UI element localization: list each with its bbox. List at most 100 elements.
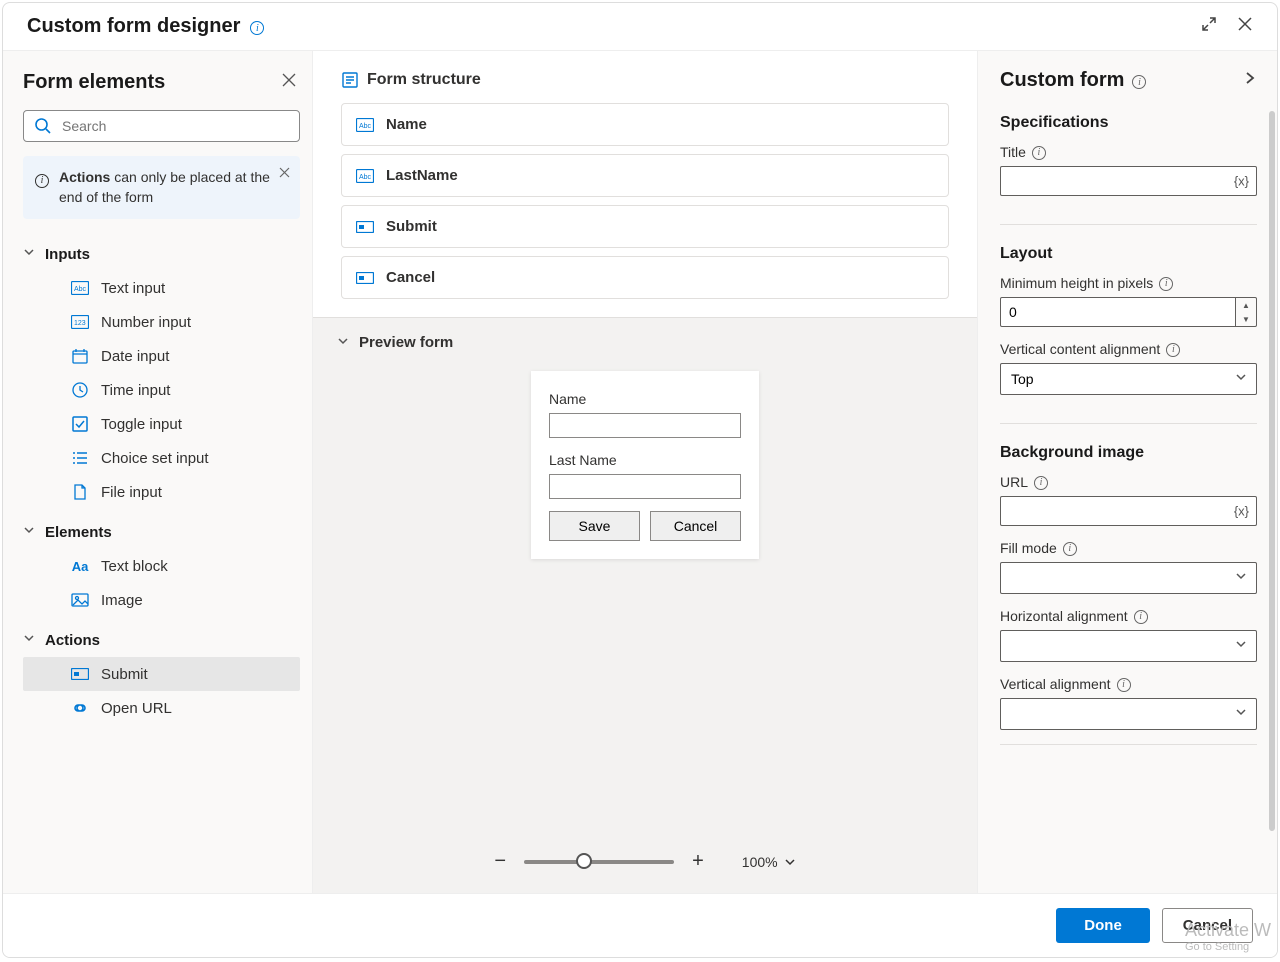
min-height-input[interactable] bbox=[1000, 297, 1236, 327]
svg-text:Abc: Abc bbox=[359, 123, 372, 130]
scrollbar[interactable] bbox=[1269, 111, 1275, 831]
zoom-slider[interactable] bbox=[524, 860, 674, 864]
info-icon[interactable]: i bbox=[1117, 676, 1131, 692]
struct-item-cancel[interactable]: Cancel bbox=[341, 256, 949, 299]
close-icon[interactable] bbox=[1237, 16, 1253, 37]
expression-button[interactable]: {x} bbox=[1234, 504, 1249, 519]
search-input-wrap[interactable] bbox=[23, 110, 300, 142]
expand-icon[interactable] bbox=[1201, 16, 1217, 37]
zoom-thumb[interactable] bbox=[576, 853, 592, 869]
group-label: Actions bbox=[45, 632, 100, 649]
bgvalign-select[interactable] bbox=[1000, 698, 1257, 730]
element-image[interactable]: Image bbox=[23, 583, 300, 617]
expression-button[interactable]: {x} bbox=[1234, 174, 1249, 189]
url-input[interactable] bbox=[1000, 496, 1257, 526]
chevron-down-icon bbox=[23, 523, 35, 541]
zoom-value[interactable]: 100% bbox=[742, 854, 796, 870]
halign-select[interactable] bbox=[1000, 630, 1257, 662]
element-number-input[interactable]: 123Number input bbox=[23, 305, 300, 339]
abc-icon: Abc bbox=[356, 169, 374, 183]
svg-text:Abc: Abc bbox=[74, 286, 87, 293]
layout-heading: Layout bbox=[1000, 245, 1257, 263]
preview-input-lastname[interactable] bbox=[549, 474, 741, 499]
actions-info-banner: i Actions can only be placed at the end … bbox=[23, 156, 300, 219]
zoom-in-button[interactable]: + bbox=[692, 850, 704, 873]
tree-group-actions: Actions Submit Open URL bbox=[23, 623, 300, 725]
section-layout: Layout Minimum height in pixelsi ▲▼ Vert… bbox=[1000, 245, 1257, 424]
title-input-wrap: {x} bbox=[1000, 166, 1257, 196]
submit-icon bbox=[71, 665, 89, 683]
abc-icon: Abc bbox=[356, 118, 374, 132]
valign-select[interactable]: Top bbox=[1000, 363, 1257, 395]
preview-area: Preview form Name Last Name Save Cancel … bbox=[313, 317, 977, 893]
element-time-input[interactable]: Time input bbox=[23, 373, 300, 407]
tree-head-actions[interactable]: Actions bbox=[23, 623, 300, 657]
dialog-title: Custom form designer bbox=[27, 15, 240, 38]
info-icon[interactable]: i bbox=[250, 18, 264, 36]
form-designer-window: Custom form designer i Form elements bbox=[2, 2, 1278, 958]
preview-cancel-button[interactable]: Cancel bbox=[650, 511, 741, 541]
halign-label: Horizontal alignmenti bbox=[1000, 608, 1257, 624]
halign-select-wrap bbox=[1000, 630, 1257, 662]
min-height-label: Minimum height in pixelsi bbox=[1000, 275, 1257, 291]
chevron-right-icon[interactable] bbox=[1243, 71, 1257, 90]
info-icon[interactable]: i bbox=[1132, 72, 1146, 90]
chevron-down-icon bbox=[23, 631, 35, 649]
element-choice-set-input[interactable]: Choice set input bbox=[23, 441, 300, 475]
step-up[interactable]: ▲ bbox=[1236, 298, 1256, 312]
info-icon[interactable]: i bbox=[1063, 540, 1077, 556]
clock-icon bbox=[71, 381, 89, 399]
submit-icon bbox=[356, 221, 374, 233]
form-structure-area: Form structure AbcName AbcLastName Submi… bbox=[313, 51, 977, 317]
preview-input-name[interactable] bbox=[549, 413, 741, 438]
section-specifications: Specifications Titlei {x} bbox=[1000, 114, 1257, 225]
number-steppers: ▲▼ bbox=[1236, 297, 1257, 327]
info-icon[interactable]: i bbox=[1034, 474, 1048, 490]
tree-head-elements[interactable]: Elements bbox=[23, 515, 300, 549]
search-input[interactable] bbox=[62, 118, 289, 134]
element-open-url[interactable]: Open URL bbox=[23, 691, 300, 725]
info-icon[interactable]: i bbox=[1159, 275, 1173, 291]
submit-icon bbox=[356, 272, 374, 284]
cancel-button[interactable]: Cancel bbox=[1162, 908, 1253, 943]
close-left-panel-icon[interactable] bbox=[278, 69, 300, 96]
struct-item-lastname[interactable]: AbcLastName bbox=[341, 154, 949, 197]
info-icon[interactable]: i bbox=[1032, 144, 1046, 160]
fillmode-select-wrap bbox=[1000, 562, 1257, 594]
element-file-input[interactable]: File input bbox=[23, 475, 300, 509]
list-icon bbox=[71, 449, 89, 467]
element-submit[interactable]: Submit bbox=[23, 657, 300, 691]
preview-label-name: Name bbox=[549, 391, 741, 407]
123-icon: 123 bbox=[71, 313, 89, 331]
preview-save-button[interactable]: Save bbox=[549, 511, 640, 541]
svg-text:123: 123 bbox=[74, 320, 86, 327]
step-down[interactable]: ▼ bbox=[1236, 312, 1256, 326]
fillmode-select[interactable] bbox=[1000, 562, 1257, 594]
min-height-input-wrap: ▲▼ bbox=[1000, 297, 1257, 327]
tree-group-elements: Elements AaText block Image bbox=[23, 515, 300, 617]
struct-item-name[interactable]: AbcName bbox=[341, 103, 949, 146]
element-toggle-input[interactable]: Toggle input bbox=[23, 407, 300, 441]
calendar-icon bbox=[71, 347, 89, 365]
element-date-input[interactable]: Date input bbox=[23, 339, 300, 373]
struct-item-submit[interactable]: Submit bbox=[341, 205, 949, 248]
header-actions bbox=[1201, 16, 1253, 37]
close-banner-icon[interactable] bbox=[279, 166, 290, 181]
info-icon[interactable]: i bbox=[1166, 341, 1180, 357]
dialog-header: Custom form designer i bbox=[3, 3, 1277, 51]
fillmode-label: Fill modei bbox=[1000, 540, 1257, 556]
info-icon[interactable]: i bbox=[1134, 608, 1148, 624]
search-icon bbox=[34, 117, 52, 135]
title-label: Titlei bbox=[1000, 144, 1257, 160]
preview-header[interactable]: Preview form bbox=[337, 334, 953, 351]
title-input[interactable] bbox=[1000, 166, 1257, 196]
done-button[interactable]: Done bbox=[1056, 908, 1150, 943]
zoom-out-button[interactable]: − bbox=[494, 850, 506, 873]
element-text-input[interactable]: AbcText input bbox=[23, 271, 300, 305]
center-panel: Form structure AbcName AbcLastName Submi… bbox=[313, 51, 977, 893]
chevron-down-icon bbox=[784, 856, 796, 868]
tree-head-inputs[interactable]: Inputs bbox=[23, 237, 300, 271]
right-panel-header: Custom form i bbox=[1000, 69, 1257, 92]
element-text-block[interactable]: AaText block bbox=[23, 549, 300, 583]
dialog-body: Form elements i Actions can only be plac… bbox=[3, 51, 1277, 893]
